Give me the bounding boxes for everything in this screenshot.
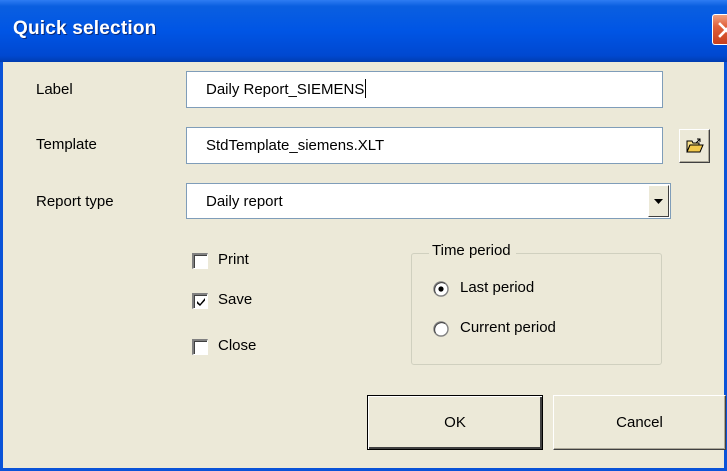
time-period-group bbox=[411, 253, 662, 365]
close-checkbox[interactable] bbox=[192, 339, 208, 355]
quick-selection-dialog: Quick selection Label Daily Report_SIEME… bbox=[0, 0, 727, 471]
title-bar[interactable]: Quick selection bbox=[0, 0, 727, 62]
close-label: Close bbox=[218, 337, 257, 354]
time-period-legend: Time period bbox=[429, 242, 516, 259]
text-caret bbox=[365, 79, 367, 99]
close-icon bbox=[718, 22, 727, 38]
report-type-field-label: Report type bbox=[36, 193, 114, 210]
report-type-dropdown-button[interactable] bbox=[648, 185, 669, 217]
cancel-button[interactable]: Cancel bbox=[553, 395, 726, 450]
chevron-down-icon bbox=[654, 199, 663, 204]
save-label: Save bbox=[218, 291, 253, 308]
current-period-label: Current period bbox=[460, 319, 556, 336]
checkmark-icon bbox=[197, 298, 205, 306]
template-input[interactable]: StdTemplate_siemens.XLT bbox=[186, 127, 663, 164]
label-input-value: Daily Report_SIEMENS bbox=[206, 81, 365, 98]
close-button[interactable] bbox=[712, 14, 727, 45]
radio-selected-icon[interactable] bbox=[433, 281, 449, 297]
last-period-label: Last period bbox=[460, 279, 535, 296]
label-field-label: Label bbox=[36, 81, 73, 98]
report-type-value: Daily report bbox=[206, 193, 283, 210]
print-label: Print bbox=[218, 251, 249, 268]
label-input[interactable]: Daily Report_SIEMENS bbox=[186, 71, 663, 108]
radio-unselected-icon[interactable] bbox=[433, 321, 449, 337]
template-field-label: Template bbox=[36, 136, 97, 153]
browse-template-button[interactable] bbox=[679, 129, 710, 163]
save-checkbox[interactable] bbox=[192, 293, 208, 309]
print-checkbox[interactable] bbox=[192, 253, 208, 269]
template-input-value: StdTemplate_siemens.XLT bbox=[206, 137, 385, 154]
window-title: Quick selection bbox=[13, 18, 157, 39]
ok-button[interactable]: OK bbox=[367, 395, 543, 450]
report-type-select[interactable]: Daily report bbox=[186, 183, 671, 219]
open-folder-icon bbox=[686, 138, 704, 153]
